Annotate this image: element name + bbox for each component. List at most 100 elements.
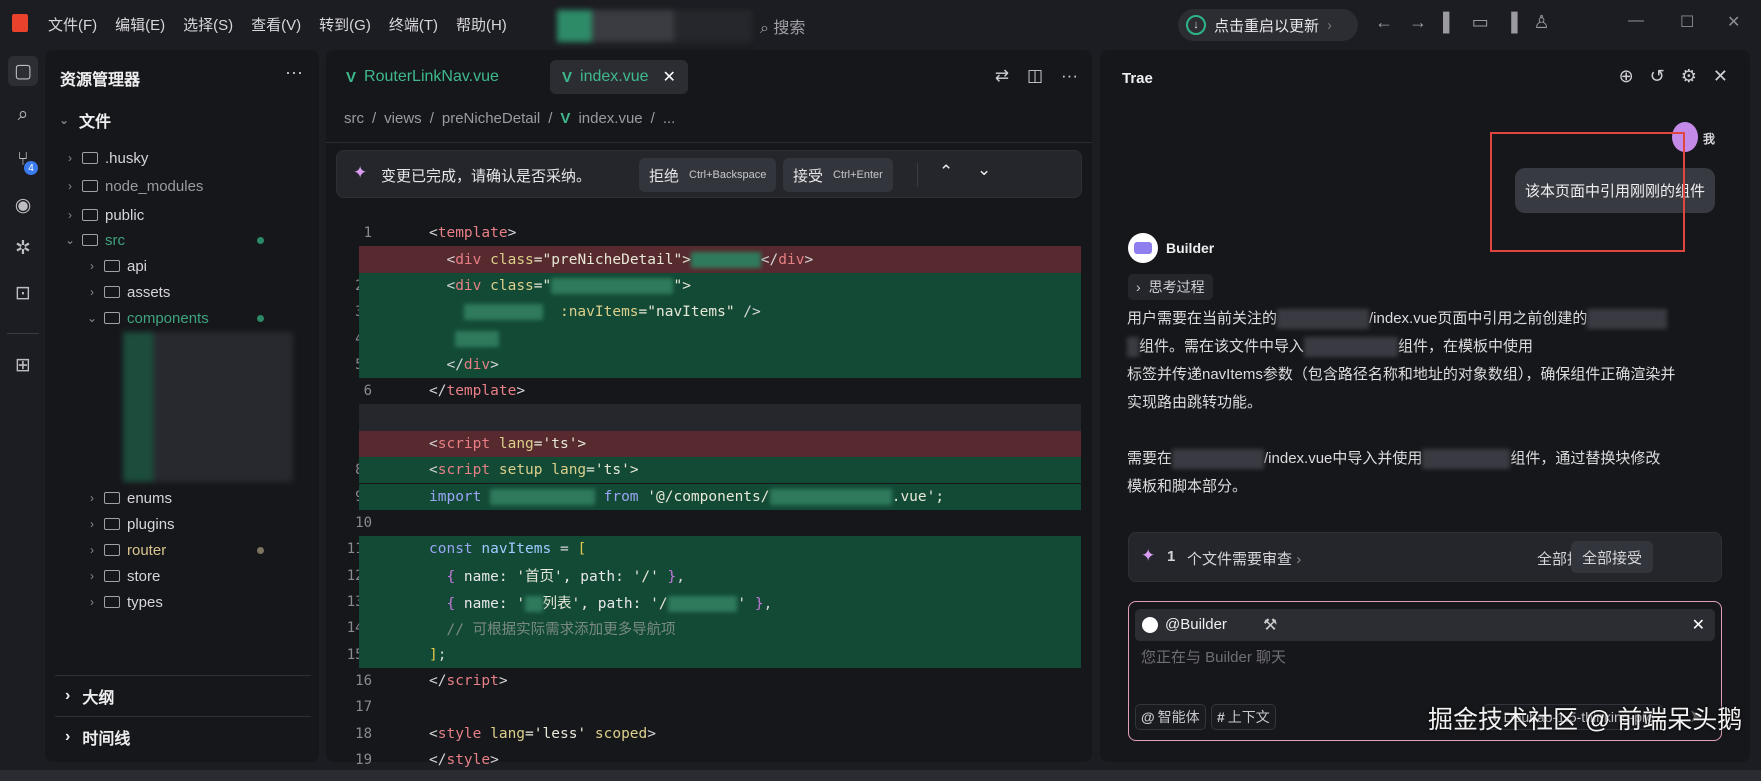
menu-go[interactable]: 转到(G) xyxy=(319,14,371,35)
more-actions-icon[interactable]: ··· xyxy=(285,62,303,83)
accept-button[interactable]: 接受 Ctrl+Enter xyxy=(783,158,893,192)
breadcrumb-item[interactable]: ... xyxy=(663,110,676,127)
code-line-added[interactable]: 3+ :navItems="navItems" /> xyxy=(326,299,1081,326)
line-number: 1 xyxy=(363,225,372,242)
previous-change-icon[interactable]: ⌃ xyxy=(939,162,953,182)
chat-actions: ⊕ ↺ ⚙ ✕ xyxy=(1619,66,1728,87)
menu-file[interactable]: 文件(F) xyxy=(48,14,97,35)
code-line[interactable]: 18 <style lang='less' scoped> xyxy=(326,721,1081,747)
code-token: /> xyxy=(734,304,761,321)
code-line-added[interactable]: 2+ <div class=" "> xyxy=(326,272,1081,300)
close-icon[interactable]: ✕ xyxy=(1713,66,1728,87)
tree-item-store[interactable]: › store xyxy=(45,563,319,589)
tree-item-components[interactable]: ⌄ components xyxy=(45,305,319,331)
settings-icon[interactable]: ⚙ xyxy=(1681,66,1697,87)
tree-item-assets[interactable]: › assets xyxy=(45,279,319,305)
code-line-deleted[interactable]: − <div class="preNicheDetail"> </div> xyxy=(326,246,1081,273)
tree-item-api[interactable]: › api xyxy=(45,253,319,279)
thinking-process-toggle[interactable]: › 思考过程 xyxy=(1128,274,1213,300)
close-tab-icon[interactable]: ✕ xyxy=(663,67,676,87)
code-line-added[interactable]: 15+]; xyxy=(326,641,1081,668)
restart-update-button[interactable]: ↓ 点击重启以更新 › xyxy=(1178,9,1358,41)
tree-item-enums[interactable]: › enums xyxy=(45,485,319,511)
code-line[interactable]: 16 </script> xyxy=(326,668,1081,694)
tree-item-types[interactable]: › types xyxy=(45,589,319,615)
agent-button[interactable]: @ 智能体 xyxy=(1135,704,1206,730)
menu-terminal[interactable]: 终端(T) xyxy=(389,14,438,35)
compare-changes-icon[interactable]: ⇄ xyxy=(995,66,1009,86)
tab-routerlinknav[interactable]: V RouterLinkNav.vue xyxy=(334,60,511,94)
reject-button[interactable]: 拒绝 Ctrl+Backspace xyxy=(639,158,777,192)
code-line-added[interactable]: 4+ xyxy=(326,325,1081,352)
breadcrumb-item[interactable]: views xyxy=(384,110,422,127)
search-icon[interactable]: ⌕ xyxy=(8,100,38,130)
code-line-deleted[interactable]: −<script lang='ts'> xyxy=(326,430,1081,458)
folder-icon xyxy=(104,596,120,608)
tab-index-vue[interactable]: Vindex.vue ✕ xyxy=(550,60,688,94)
remote-icon[interactable]: ◉ xyxy=(8,190,38,220)
forward-icon[interactable]: → xyxy=(1409,12,1427,33)
next-change-icon[interactable]: ⌄ xyxy=(977,160,991,180)
chevron-right-icon: › xyxy=(68,151,72,165)
toggle-right-panel-icon[interactable]: ▐ xyxy=(1505,12,1518,33)
accept-all-button[interactable]: 全部接受 xyxy=(1571,541,1653,573)
extensions-icon[interactable]: ⊞ xyxy=(8,350,38,380)
breadcrumb-item[interactable]: src xyxy=(344,110,364,127)
outline-section[interactable]: › 大纲 xyxy=(55,675,311,715)
chevron-right-icon: › xyxy=(68,208,72,222)
code-line-added[interactable]: 13+ { name: ' 列表', path: '/ ' }, xyxy=(326,588,1081,616)
tree-item-router[interactable]: › router xyxy=(45,537,319,563)
review-files-link[interactable]: 个文件需要审查 › xyxy=(1187,548,1301,569)
tree-item-plugins[interactable]: › plugins xyxy=(45,511,319,537)
toggle-bottom-panel-icon[interactable]: ▭ xyxy=(1472,12,1489,33)
code-line-added[interactable]: 5+ </div> xyxy=(326,351,1081,379)
search-box[interactable]: ⌕ 搜索 xyxy=(760,14,805,38)
more-actions-icon[interactable]: ··· xyxy=(1061,66,1078,86)
minimize-icon[interactable]: — xyxy=(1628,12,1644,30)
code-line-added[interactable]: 9+import from '@/components/ .vue'; xyxy=(326,483,1081,510)
code-line-added[interactable]: 14+ // 可根据实际需求添加更多导航项 xyxy=(326,615,1081,642)
code-token: "> xyxy=(673,277,691,294)
tools-icon[interactable]: ⚒ xyxy=(1263,615,1277,635)
menu-edit[interactable]: 编辑(E) xyxy=(115,14,165,35)
source-control-icon[interactable]: ⑂ 4 xyxy=(8,145,38,175)
explorer-icon[interactable]: ▢ xyxy=(8,56,38,86)
split-editor-icon[interactable]: ◫ xyxy=(1027,66,1043,86)
debug-icon[interactable]: ✲ xyxy=(8,233,38,263)
code-token: </ xyxy=(760,251,779,268)
code-line-added[interactable]: 11+const navItems = [ xyxy=(326,536,1081,563)
code-line[interactable]: 6 </template> xyxy=(326,378,1081,404)
history-icon[interactable]: ↺ xyxy=(1650,66,1665,87)
breadcrumb-item[interactable]: preNicheDetail xyxy=(442,110,540,127)
maximize-icon[interactable]: ☐ xyxy=(1680,12,1694,32)
remote-explorer-icon[interactable]: ⊡ xyxy=(8,278,38,308)
code-line-added[interactable]: 8+<script setup lang='ts'> xyxy=(326,457,1081,484)
tree-item-public[interactable]: › public xyxy=(45,202,319,228)
menu-view[interactable]: 查看(V) xyxy=(251,14,301,35)
new-chat-icon[interactable]: ⊕ xyxy=(1619,66,1634,87)
toggle-left-panel-icon[interactable]: ▌ xyxy=(1443,12,1456,33)
code-line[interactable]: 1 <template> xyxy=(326,220,1081,246)
folder-icon xyxy=(104,260,120,272)
timeline-section[interactable]: › 时间线 xyxy=(55,716,311,756)
close-window-icon[interactable]: ✕ xyxy=(1727,12,1740,32)
context-button[interactable]: # 上下文 xyxy=(1211,704,1276,730)
tree-item-node-modules[interactable]: › node_modules xyxy=(45,173,319,199)
files-section-header[interactable]: ⌄ 文件 xyxy=(45,107,319,133)
code-line[interactable]: 10 xyxy=(326,510,1081,536)
account-icon[interactable]: ♙ xyxy=(1534,12,1550,33)
remove-mention-icon[interactable]: ✕ xyxy=(1692,615,1705,635)
menu-help[interactable]: 帮助(H) xyxy=(456,14,507,35)
breadcrumb-item[interactable]: index.vue xyxy=(578,110,642,127)
code-line[interactable]: 17 xyxy=(326,694,1081,720)
tree-item-husky[interactable]: › .husky xyxy=(45,145,319,171)
tree-item-src[interactable]: ⌄ src xyxy=(45,227,319,253)
back-icon[interactable]: ← xyxy=(1375,12,1393,33)
chat-input[interactable]: 您正在与 Builder 聊天 xyxy=(1141,646,1286,667)
code-token: , path: xyxy=(562,569,633,586)
code-text: </template> xyxy=(429,383,525,399)
code-line[interactable]: 7 xyxy=(326,404,1081,431)
menu-selection[interactable]: 选择(S) xyxy=(183,14,233,35)
code-line-added[interactable]: 12+ { name: '首页', path: '/' }, xyxy=(326,562,1081,589)
